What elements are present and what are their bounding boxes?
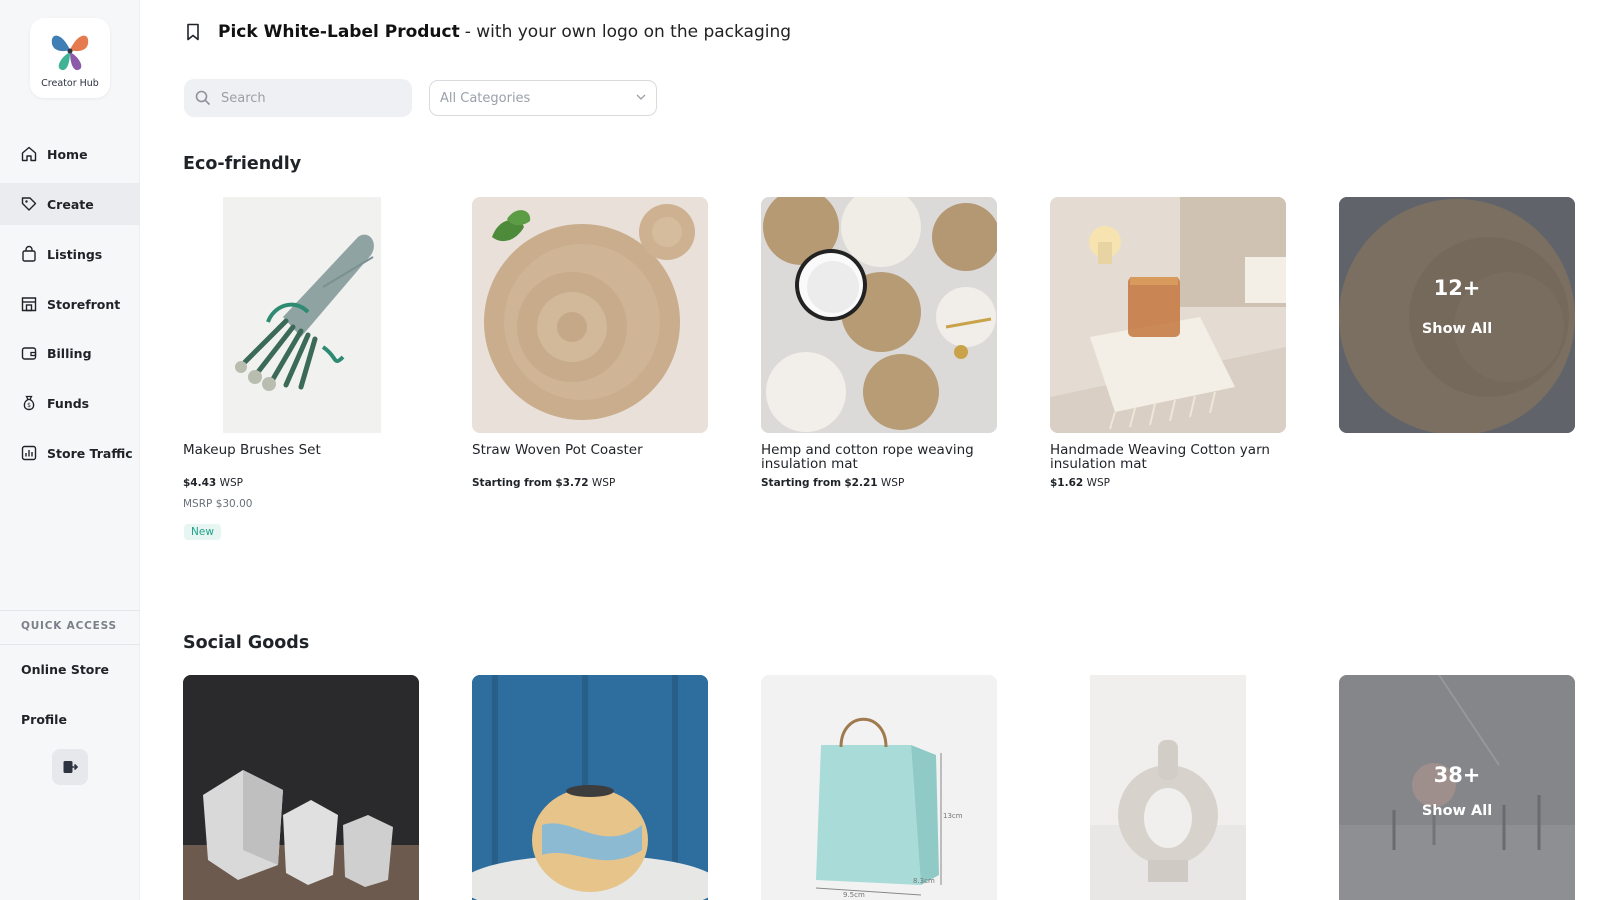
- product-image[interactable]: [761, 197, 997, 433]
- product-price: $1.62 WSP: [1050, 477, 1110, 489]
- svg-text:8.3cm: 8.3cm: [913, 877, 935, 885]
- divider: [0, 644, 140, 645]
- wallet-icon: [20, 344, 38, 362]
- product-msrp: MSRP $30.00: [183, 498, 253, 510]
- product-image[interactable]: [472, 675, 708, 900]
- sidebar-item-store-traffic[interactable]: Store Traffic: [0, 432, 140, 474]
- show-all-count: 38+: [1433, 763, 1481, 787]
- sidebar-item-label: Storefront: [47, 296, 121, 312]
- section-title: Social Goods: [183, 633, 310, 653]
- category-select[interactable]: All Categories: [429, 80, 657, 116]
- logout-button[interactable]: [52, 749, 88, 785]
- svg-text:9.5cm: 9.5cm: [843, 891, 865, 899]
- quick-access-heading: QUICK ACCESS: [21, 620, 117, 632]
- sidebar-item-label: Funds: [47, 395, 90, 411]
- search-box[interactable]: [184, 79, 412, 117]
- section-title: Eco-friendly: [183, 154, 302, 174]
- tag-icon: [20, 195, 38, 213]
- page-subtitle: - with your own logo on the packaging: [464, 22, 792, 42]
- app-logo[interactable]: Creator Hub: [30, 18, 110, 98]
- sidebar-item-label: Billing: [47, 345, 92, 361]
- search-input[interactable]: [221, 90, 391, 106]
- money-bag-icon: $: [20, 394, 38, 412]
- product-name[interactable]: Makeup Brushes Set: [183, 443, 433, 457]
- sidebar-item-create[interactable]: Create: [0, 183, 140, 225]
- show-all-label: Show All: [1421, 803, 1493, 819]
- search-icon: [195, 90, 211, 106]
- sidebar-item-label: Home: [47, 146, 88, 162]
- logo-text: Creator Hub: [41, 78, 99, 89]
- sidebar-item-storefront[interactable]: Storefront: [0, 283, 140, 325]
- product-image[interactable]: [472, 197, 708, 433]
- sidebar-item-label: Listings: [47, 246, 103, 262]
- sidebar-item-label: Store Traffic: [47, 445, 133, 461]
- sidebar-item-billing[interactable]: Billing: [0, 332, 140, 374]
- category-selected: All Categories: [440, 90, 531, 106]
- sidebar-item-funds[interactable]: $ Funds: [0, 382, 140, 424]
- divider: [0, 610, 140, 611]
- new-badge: New: [184, 524, 221, 540]
- svg-text:$: $: [27, 402, 31, 409]
- chevron-down-icon: [636, 94, 646, 100]
- product-price: Starting from $2.21 WSP: [761, 477, 905, 489]
- product-name[interactable]: Straw Woven Pot Coaster: [472, 443, 722, 457]
- sidebar-item-listings[interactable]: Listings: [0, 233, 140, 275]
- bar-chart-icon: [20, 444, 38, 462]
- product-image[interactable]: [183, 675, 419, 900]
- butterfly-logo-icon: [51, 35, 89, 71]
- bag-icon: [20, 245, 38, 263]
- show-all-overlay[interactable]: 12+ Show All: [1339, 197, 1575, 433]
- sidebar-item-home[interactable]: Home: [0, 133, 140, 175]
- storefront-icon: [20, 295, 38, 313]
- product-price: $4.43 WSP: [183, 477, 243, 489]
- product-name[interactable]: Handmade Weaving Cotton yarn insulation …: [1050, 443, 1300, 471]
- show-all-count: 12+: [1433, 275, 1481, 300]
- show-all-overlay[interactable]: 38+ Show All: [1339, 675, 1575, 900]
- quick-access-profile[interactable]: Profile: [21, 712, 67, 727]
- show-all-card[interactable]: 12+ Show All: [1339, 197, 1575, 433]
- product-image[interactable]: 13cm 9.5cm 8.3cm: [761, 675, 997, 900]
- page-header: Pick White-Label Product - with your own…: [183, 20, 791, 44]
- bookmark-icon: [187, 23, 199, 41]
- quick-access-online-store[interactable]: Online Store: [21, 662, 109, 677]
- show-all-label: Show All: [1421, 320, 1493, 337]
- product-image[interactable]: [1050, 675, 1286, 900]
- home-icon: [20, 145, 38, 163]
- product-image[interactable]: [1050, 197, 1286, 433]
- product-name[interactable]: Hemp and cotton rope weaving insulation …: [761, 443, 1011, 471]
- logout-icon: [63, 761, 79, 773]
- sidebar: Creator Hub Home Create Listings Storefr…: [0, 0, 140, 900]
- sidebar-item-label: Create: [47, 196, 94, 212]
- page-title: Pick White-Label Product: [218, 22, 460, 42]
- svg-text:13cm: 13cm: [943, 812, 963, 820]
- product-price: Starting from $3.72 WSP: [472, 477, 616, 489]
- product-image[interactable]: [183, 197, 419, 433]
- show-all-card[interactable]: 38+ Show All: [1339, 675, 1575, 900]
